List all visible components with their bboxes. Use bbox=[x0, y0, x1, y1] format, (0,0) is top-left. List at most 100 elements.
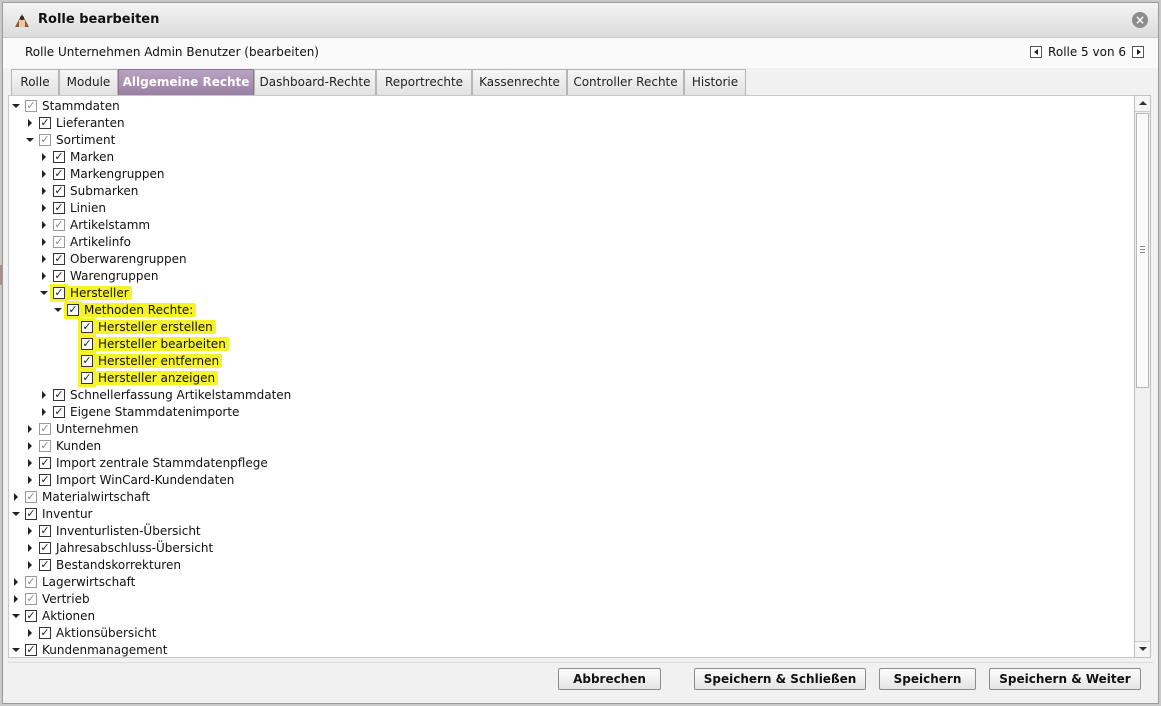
collapse-arrow-icon[interactable] bbox=[25, 135, 35, 145]
checkbox[interactable]: ✓ bbox=[53, 184, 65, 197]
collapse-arrow-icon[interactable] bbox=[11, 101, 21, 111]
expand-arrow-icon[interactable] bbox=[39, 407, 49, 417]
tree-node[interactable]: ✓ Hersteller erstellen bbox=[67, 318, 216, 335]
expand-arrow-icon[interactable] bbox=[39, 152, 49, 162]
tree-scrollbar[interactable] bbox=[1134, 95, 1151, 658]
tree-node[interactable]: ✓ Inventur bbox=[11, 505, 92, 522]
checkbox[interactable]: ✓ bbox=[39, 133, 51, 146]
checkbox[interactable]: ✓ bbox=[25, 490, 37, 503]
expand-arrow-icon[interactable] bbox=[25, 458, 35, 468]
checkbox[interactable]: ✓ bbox=[25, 575, 37, 588]
collapse-arrow-icon[interactable] bbox=[11, 509, 21, 519]
checkbox[interactable]: ✓ bbox=[53, 218, 65, 231]
tab-module[interactable]: Module bbox=[59, 69, 118, 95]
expand-arrow-icon[interactable] bbox=[25, 118, 35, 128]
expand-arrow-icon[interactable] bbox=[39, 237, 49, 247]
checkbox[interactable]: ✓ bbox=[39, 116, 51, 129]
checkbox[interactable]: ✓ bbox=[25, 592, 37, 605]
tree-node[interactable]: ✓ Lieferanten bbox=[25, 114, 125, 131]
checkbox[interactable]: ✓ bbox=[81, 371, 93, 384]
tree-node[interactable]: ✓ Import WinCard-Kundendaten bbox=[25, 471, 234, 488]
tree-node[interactable]: ✓ Jahresabschluss-Übersicht bbox=[25, 539, 213, 556]
expand-arrow-icon[interactable] bbox=[25, 526, 35, 536]
checkbox[interactable]: ✓ bbox=[53, 286, 65, 299]
tab-allgemeine-rechte[interactable]: Allgemeine Rechte bbox=[118, 69, 254, 95]
tree-node[interactable]: ✓ Submarken bbox=[39, 182, 138, 199]
tree-node[interactable]: ✓ Vertrieb bbox=[11, 590, 90, 607]
previous-record-icon[interactable] bbox=[1030, 46, 1043, 58]
expand-arrow-icon[interactable] bbox=[11, 492, 21, 502]
tree-node[interactable]: ✓ Inventurlisten-Übersicht bbox=[25, 522, 201, 539]
checkbox[interactable]: ✓ bbox=[53, 167, 65, 180]
tab-dashboard-rechte[interactable]: Dashboard-Rechte bbox=[254, 69, 376, 95]
tree-node[interactable]: ✓ Methoden Rechte: bbox=[53, 301, 197, 318]
tab-kassenrechte[interactable]: Kassenrechte bbox=[472, 69, 567, 95]
tree-node[interactable]: ✓ Aktionen bbox=[11, 607, 95, 624]
tree-node[interactable]: ✓ Schnellerfassung Artikelstammdaten bbox=[39, 386, 291, 403]
cancel-button[interactable]: Abbrechen bbox=[558, 668, 661, 690]
expand-arrow-icon[interactable] bbox=[39, 220, 49, 230]
expand-arrow-icon[interactable] bbox=[39, 390, 49, 400]
collapse-arrow-icon[interactable] bbox=[11, 611, 21, 621]
expand-arrow-icon[interactable] bbox=[25, 543, 35, 553]
checkbox[interactable]: ✓ bbox=[81, 320, 93, 333]
tree-node[interactable]: ✓ Oberwarengruppen bbox=[39, 250, 187, 267]
checkbox[interactable]: ✓ bbox=[53, 388, 65, 401]
tree-node[interactable]: ✓ Marken bbox=[39, 148, 114, 165]
checkbox[interactable]: ✓ bbox=[39, 541, 51, 554]
scroll-down-icon[interactable] bbox=[1135, 641, 1150, 657]
checkbox[interactable]: ✓ bbox=[53, 150, 65, 163]
checkbox[interactable]: ✓ bbox=[39, 524, 51, 537]
tree-node[interactable]: ✓ Markengruppen bbox=[39, 165, 165, 182]
expand-arrow-icon[interactable] bbox=[39, 169, 49, 179]
checkbox[interactable]: ✓ bbox=[39, 558, 51, 571]
collapse-arrow-icon[interactable] bbox=[39, 288, 49, 298]
collapse-arrow-icon[interactable] bbox=[53, 305, 63, 315]
checkbox[interactable]: ✓ bbox=[53, 269, 65, 282]
expand-arrow-icon[interactable] bbox=[25, 560, 35, 570]
tree-node[interactable]: ✓ Linien bbox=[39, 199, 106, 216]
expand-arrow-icon[interactable] bbox=[25, 475, 35, 485]
collapse-arrow-icon[interactable] bbox=[11, 645, 21, 655]
save-next-button[interactable]: Speichern & Weiter bbox=[989, 668, 1141, 690]
tab-reportrechte[interactable]: Reportrechte bbox=[376, 69, 472, 95]
tree-node[interactable]: ✓ Bestandskorrekturen bbox=[25, 556, 181, 573]
tree-node[interactable]: ✓ Hersteller entfernen bbox=[67, 352, 223, 369]
tree-node[interactable]: ✓ Eigene Stammdatenimporte bbox=[39, 403, 239, 420]
tree-node[interactable]: ✓ Artikelinfo bbox=[39, 233, 131, 250]
expand-arrow-icon[interactable] bbox=[39, 186, 49, 196]
tree-node[interactable]: ✓ Hersteller bbox=[39, 284, 132, 301]
tree-node[interactable]: ✓ Artikelstamm bbox=[39, 216, 150, 233]
tab-historie[interactable]: Historie bbox=[684, 69, 746, 95]
checkbox[interactable]: ✓ bbox=[39, 473, 51, 486]
expand-arrow-icon[interactable] bbox=[25, 628, 35, 638]
expand-arrow-icon[interactable] bbox=[39, 203, 49, 213]
tree-node[interactable]: ✓ Lagerwirtschaft bbox=[11, 573, 135, 590]
tree-node[interactable]: ✓ Sortiment bbox=[25, 131, 115, 148]
checkbox[interactable]: ✓ bbox=[39, 422, 51, 435]
expand-arrow-icon[interactable] bbox=[11, 577, 21, 587]
expand-arrow-icon[interactable] bbox=[25, 424, 35, 434]
checkbox[interactable]: ✓ bbox=[81, 337, 93, 350]
tree-node[interactable]: ✓ Kunden bbox=[25, 437, 101, 454]
tree-node[interactable]: ✓ Aktionsübersicht bbox=[25, 624, 156, 641]
tree-node[interactable]: ✓ Hersteller bearbeiten bbox=[67, 335, 229, 352]
expand-arrow-icon[interactable] bbox=[39, 271, 49, 281]
close-icon[interactable]: × bbox=[1132, 12, 1148, 28]
checkbox[interactable]: ✓ bbox=[53, 235, 65, 248]
scroll-up-icon[interactable] bbox=[1135, 96, 1150, 112]
tree-node[interactable]: ✓ Unternehmen bbox=[25, 420, 138, 437]
tab-controller-rechte[interactable]: Controller Rechte bbox=[567, 69, 684, 95]
expand-arrow-icon[interactable] bbox=[39, 254, 49, 264]
expand-arrow-icon[interactable] bbox=[11, 594, 21, 604]
checkbox[interactable]: ✓ bbox=[25, 99, 37, 112]
checkbox[interactable]: ✓ bbox=[53, 201, 65, 214]
checkbox[interactable]: ✓ bbox=[39, 456, 51, 469]
checkbox[interactable]: ✓ bbox=[53, 405, 65, 418]
checkbox[interactable]: ✓ bbox=[39, 439, 51, 452]
checkbox[interactable]: ✓ bbox=[25, 643, 37, 656]
checkbox[interactable]: ✓ bbox=[67, 303, 79, 316]
expand-arrow-icon[interactable] bbox=[25, 441, 35, 451]
tree-node[interactable]: ✓ Materialwirtschaft bbox=[11, 488, 150, 505]
checkbox[interactable]: ✓ bbox=[39, 626, 51, 639]
